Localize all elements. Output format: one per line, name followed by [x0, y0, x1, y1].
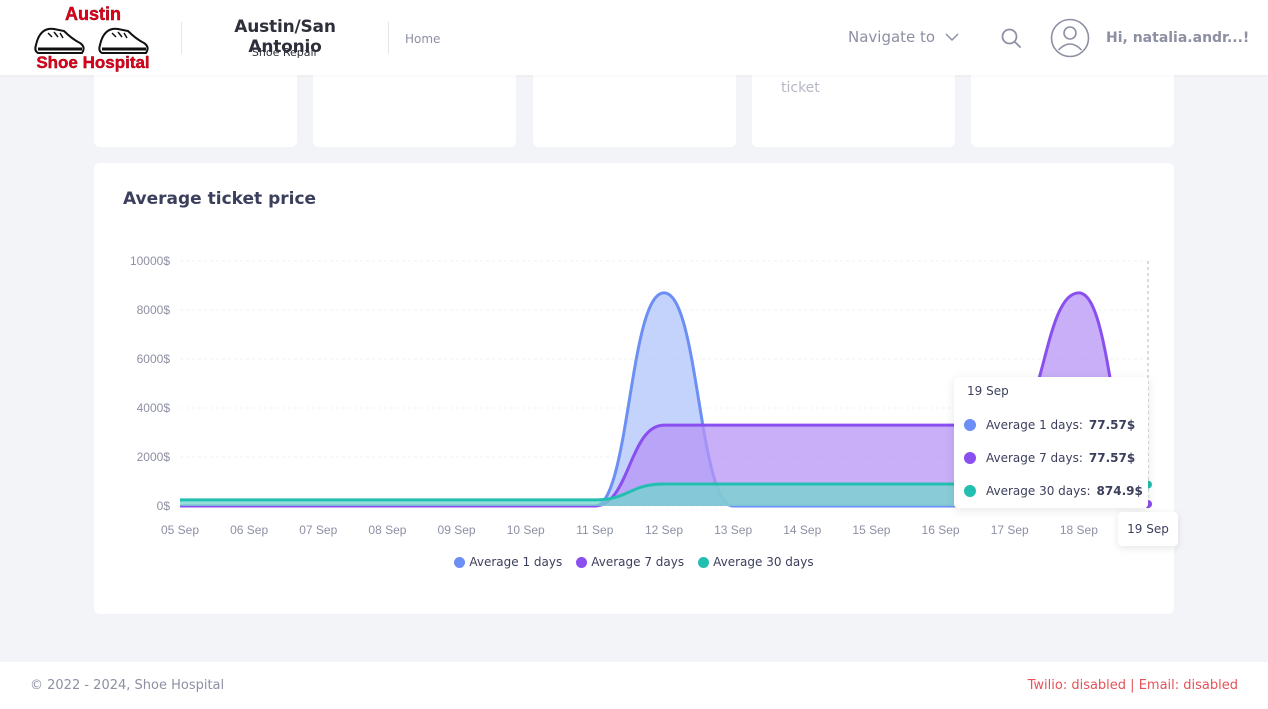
- footer-service-status: Twilio: disabled | Email: disabled: [1027, 678, 1238, 693]
- x-tick-label: 18 Sep: [1060, 523, 1098, 537]
- x-tick-label: 16 Sep: [922, 523, 960, 537]
- x-tick-label: 07 Sep: [299, 523, 337, 537]
- navigate-to-label: Navigate to: [848, 28, 936, 46]
- legend-label-2: Average 7 days: [591, 555, 685, 569]
- tooltip-value-2: 77.57$: [1088, 451, 1136, 465]
- tooltip-label-1: Average 1 days:: [986, 418, 1083, 432]
- shoe-hospital-logo[interactable]: Austin Shoe Hospital: [30, 3, 156, 73]
- x-tick-label: 11 Sep: [576, 523, 613, 537]
- legend-item-3[interactable]: Average 30 days: [698, 555, 814, 569]
- y-tick-label: 8000$: [137, 303, 171, 317]
- tooltip-label-2: Average 7 days:: [986, 451, 1083, 465]
- legend-label-1: Average 1 days: [469, 555, 563, 569]
- top-header: Austin Shoe Hospital Austin/San Antonio …: [0, 0, 1268, 75]
- tooltip-value-1: 77.57$: [1088, 418, 1136, 432]
- y-tick-label: 10000$: [130, 254, 170, 268]
- search-icon[interactable]: [1000, 27, 1022, 49]
- brand-subtitle: Shoe Repair: [251, 46, 319, 59]
- x-tick-label: 15 Sep: [852, 523, 890, 537]
- tooltip-date: 19 Sep: [967, 384, 1009, 398]
- legend-item-2[interactable]: Average 7 days: [576, 555, 684, 569]
- x-tick-label: 08 Sep: [368, 523, 406, 537]
- x-tick-label: 05 Sep: [161, 523, 199, 537]
- page-footer: © 2022 - 2024, Shoe Hospital Twilio: dis…: [0, 662, 1268, 709]
- y-tick-label: 2000$: [137, 450, 171, 464]
- tooltip-label-3: Average 30 days:: [986, 484, 1091, 498]
- logo-text-bottom: Shoe Hospital: [36, 53, 149, 72]
- chevron-down-icon: [945, 33, 959, 42]
- footer-copyright: © 2022 - 2024, Shoe Hospital: [30, 678, 225, 693]
- x-tick-label: 14 Sep: [783, 523, 821, 537]
- legend-dot-3: [698, 556, 710, 568]
- y-tick-label: 4000$: [137, 401, 171, 415]
- y-tick-label: 0$: [157, 499, 171, 513]
- x-axis-tooltip: 19 Sep: [1118, 512, 1178, 546]
- x-tick-label: 17 Sep: [991, 523, 1029, 537]
- stat-card-4-label: ticket: [781, 80, 820, 96]
- legend-item-1[interactable]: Average 1 days: [454, 555, 562, 569]
- navigate-to-dropdown[interactable]: Navigate to: [848, 28, 959, 46]
- breadcrumb-divider: [388, 22, 389, 54]
- chart-legend: Average 1 days Average 7 days Average 30 d…: [94, 555, 1174, 569]
- x-tick-label: 13 Sep: [714, 523, 752, 537]
- legend-label-3: Average 30 days: [713, 555, 814, 569]
- brand-divider: [181, 22, 182, 54]
- tooltip-dot-1: [964, 419, 976, 431]
- user-greeting[interactable]: Hi, natalia.andr...!: [1106, 30, 1249, 46]
- x-tick-label: 12 Sep: [645, 523, 683, 537]
- tooltip-dot-3: [964, 485, 976, 497]
- x-tick-label: 06 Sep: [230, 523, 268, 537]
- user-avatar-icon[interactable]: [1050, 18, 1090, 58]
- logo-text-top: Austin: [65, 4, 121, 24]
- logo-graphic: Austin Shoe Hospital: [34, 4, 150, 72]
- x-tick-label: 09 Sep: [438, 523, 476, 537]
- chart-tooltip: 19 Sep Average 1 days: 77.57$ Average 7 …: [954, 377, 1148, 508]
- breadcrumb-home-link[interactable]: Home: [405, 32, 440, 46]
- tooltip-dot-2: [964, 452, 976, 464]
- tooltip-row-2: Average 7 days: 77.57$: [964, 451, 1135, 465]
- tooltip-row-1: Average 1 days: 77.57$: [964, 418, 1135, 432]
- tooltip-value-3: 874.9$: [1096, 484, 1143, 498]
- legend-dot-2: [576, 556, 588, 568]
- x-tick-label: 10 Sep: [507, 523, 545, 537]
- y-tick-label: 6000$: [137, 352, 171, 366]
- tooltip-row-3: Average 30 days: 874.9$: [964, 484, 1143, 498]
- legend-dot-1: [454, 556, 466, 568]
